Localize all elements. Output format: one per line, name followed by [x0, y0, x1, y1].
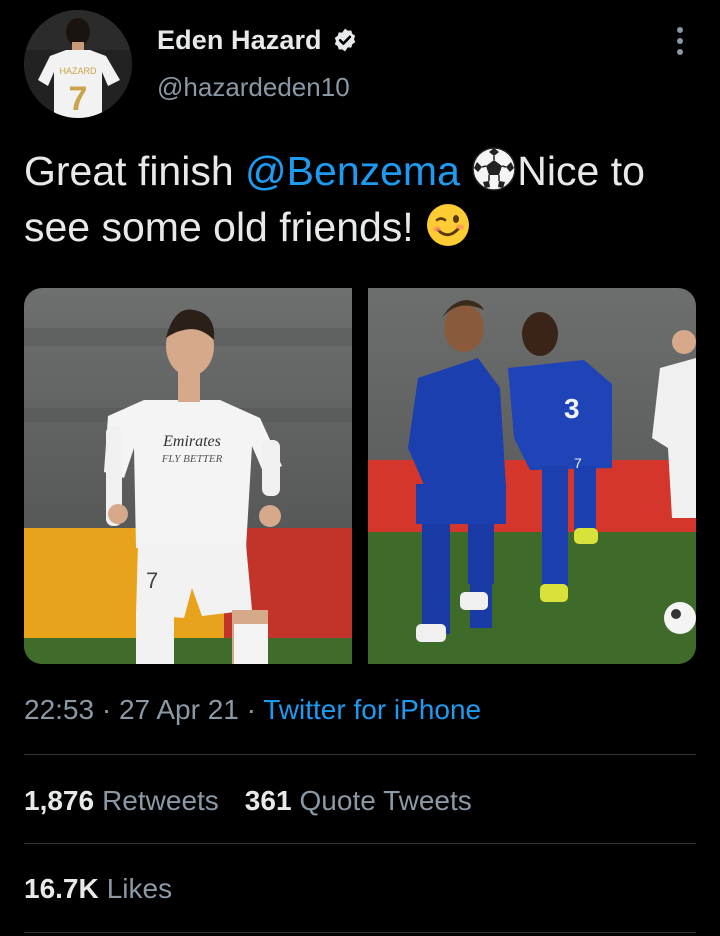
display-name[interactable]: Eden Hazard	[157, 25, 322, 56]
svg-text:7: 7	[69, 80, 88, 118]
photo-hazard-image: 7 Emirates FLY BETTER	[24, 288, 352, 664]
author-handle[interactable]: @hazardeden10	[157, 72, 350, 103]
more-dot	[677, 49, 683, 55]
svg-text:FLY BETTER: FLY BETTER	[161, 453, 223, 465]
tweet-text-line-1: Great finish @Benzema Nice to	[24, 143, 696, 199]
avatar-image: HAZARD 7	[24, 10, 132, 118]
divider	[24, 932, 696, 933]
svg-text:HAZARD: HAZARD	[59, 66, 97, 76]
engagement-row-likes: 16.7K Likes	[24, 873, 172, 905]
photo-chelsea-players[interactable]: 3 7	[368, 288, 696, 664]
verified-badge-icon	[332, 27, 358, 53]
avatar[interactable]: HAZARD 7	[24, 10, 132, 118]
media-grid: 7 Emirates FLY BETTER 3 7	[24, 288, 696, 664]
winking-face-icon	[425, 202, 471, 248]
tweet-time: 22:53	[24, 694, 95, 725]
tweet-detail: HAZARD 7 Eden Hazard @hazardeden10 Great…	[0, 0, 720, 936]
svg-text:7: 7	[146, 568, 158, 593]
more-options-icon[interactable]	[668, 24, 692, 58]
tweet-text-line-2: see some old friends!	[24, 199, 696, 255]
mention-link[interactable]: @Benzema	[245, 148, 460, 194]
engagement-row-retweets: 1,876 Retweets 361 Quote Tweets	[24, 785, 472, 817]
quote-tweets-stat[interactable]: 361 Quote Tweets	[245, 785, 472, 817]
tweet-text-part: Nice to	[517, 148, 645, 194]
more-dot	[677, 38, 683, 44]
divider	[24, 754, 696, 755]
author-name-row[interactable]: Eden Hazard	[157, 22, 358, 58]
svg-text:Emirates: Emirates	[162, 433, 221, 450]
meta-separator: ·	[238, 694, 264, 725]
photo-hazard[interactable]: 7 Emirates FLY BETTER	[24, 288, 352, 664]
svg-text:3: 3	[564, 393, 580, 424]
quote-tweets-count: 361	[244, 785, 292, 816]
retweets-count: 1,876	[24, 785, 95, 816]
tweet-date: 27 Apr 21	[118, 694, 239, 725]
likes-count: 16.7K	[24, 873, 99, 904]
tweet-source-link[interactable]: Twitter for iPhone	[263, 694, 481, 725]
tweet-text: Great finish @Benzema Nice to see some o…	[24, 143, 696, 255]
soccer-ball-icon	[471, 146, 517, 192]
tweet-text-part: see some old friends!	[24, 204, 426, 250]
retweets-stat[interactable]: 1,876 Retweets	[24, 785, 219, 817]
retweets-label: Retweets	[102, 785, 219, 816]
likes-stat[interactable]: 16.7K Likes	[24, 873, 172, 905]
meta-separator: ·	[94, 694, 119, 725]
more-dot	[677, 27, 683, 33]
photo-chelsea-image: 3 7	[368, 288, 696, 664]
divider	[24, 843, 696, 844]
svg-text:7: 7	[574, 455, 582, 471]
quote-tweets-label: Quote Tweets	[299, 785, 472, 816]
tweet-text-part: Great finish	[24, 148, 246, 194]
likes-label: Likes	[106, 873, 173, 904]
tweet-meta: 22:53 · 27 Apr 21 · Twitter for iPhone	[24, 694, 481, 726]
